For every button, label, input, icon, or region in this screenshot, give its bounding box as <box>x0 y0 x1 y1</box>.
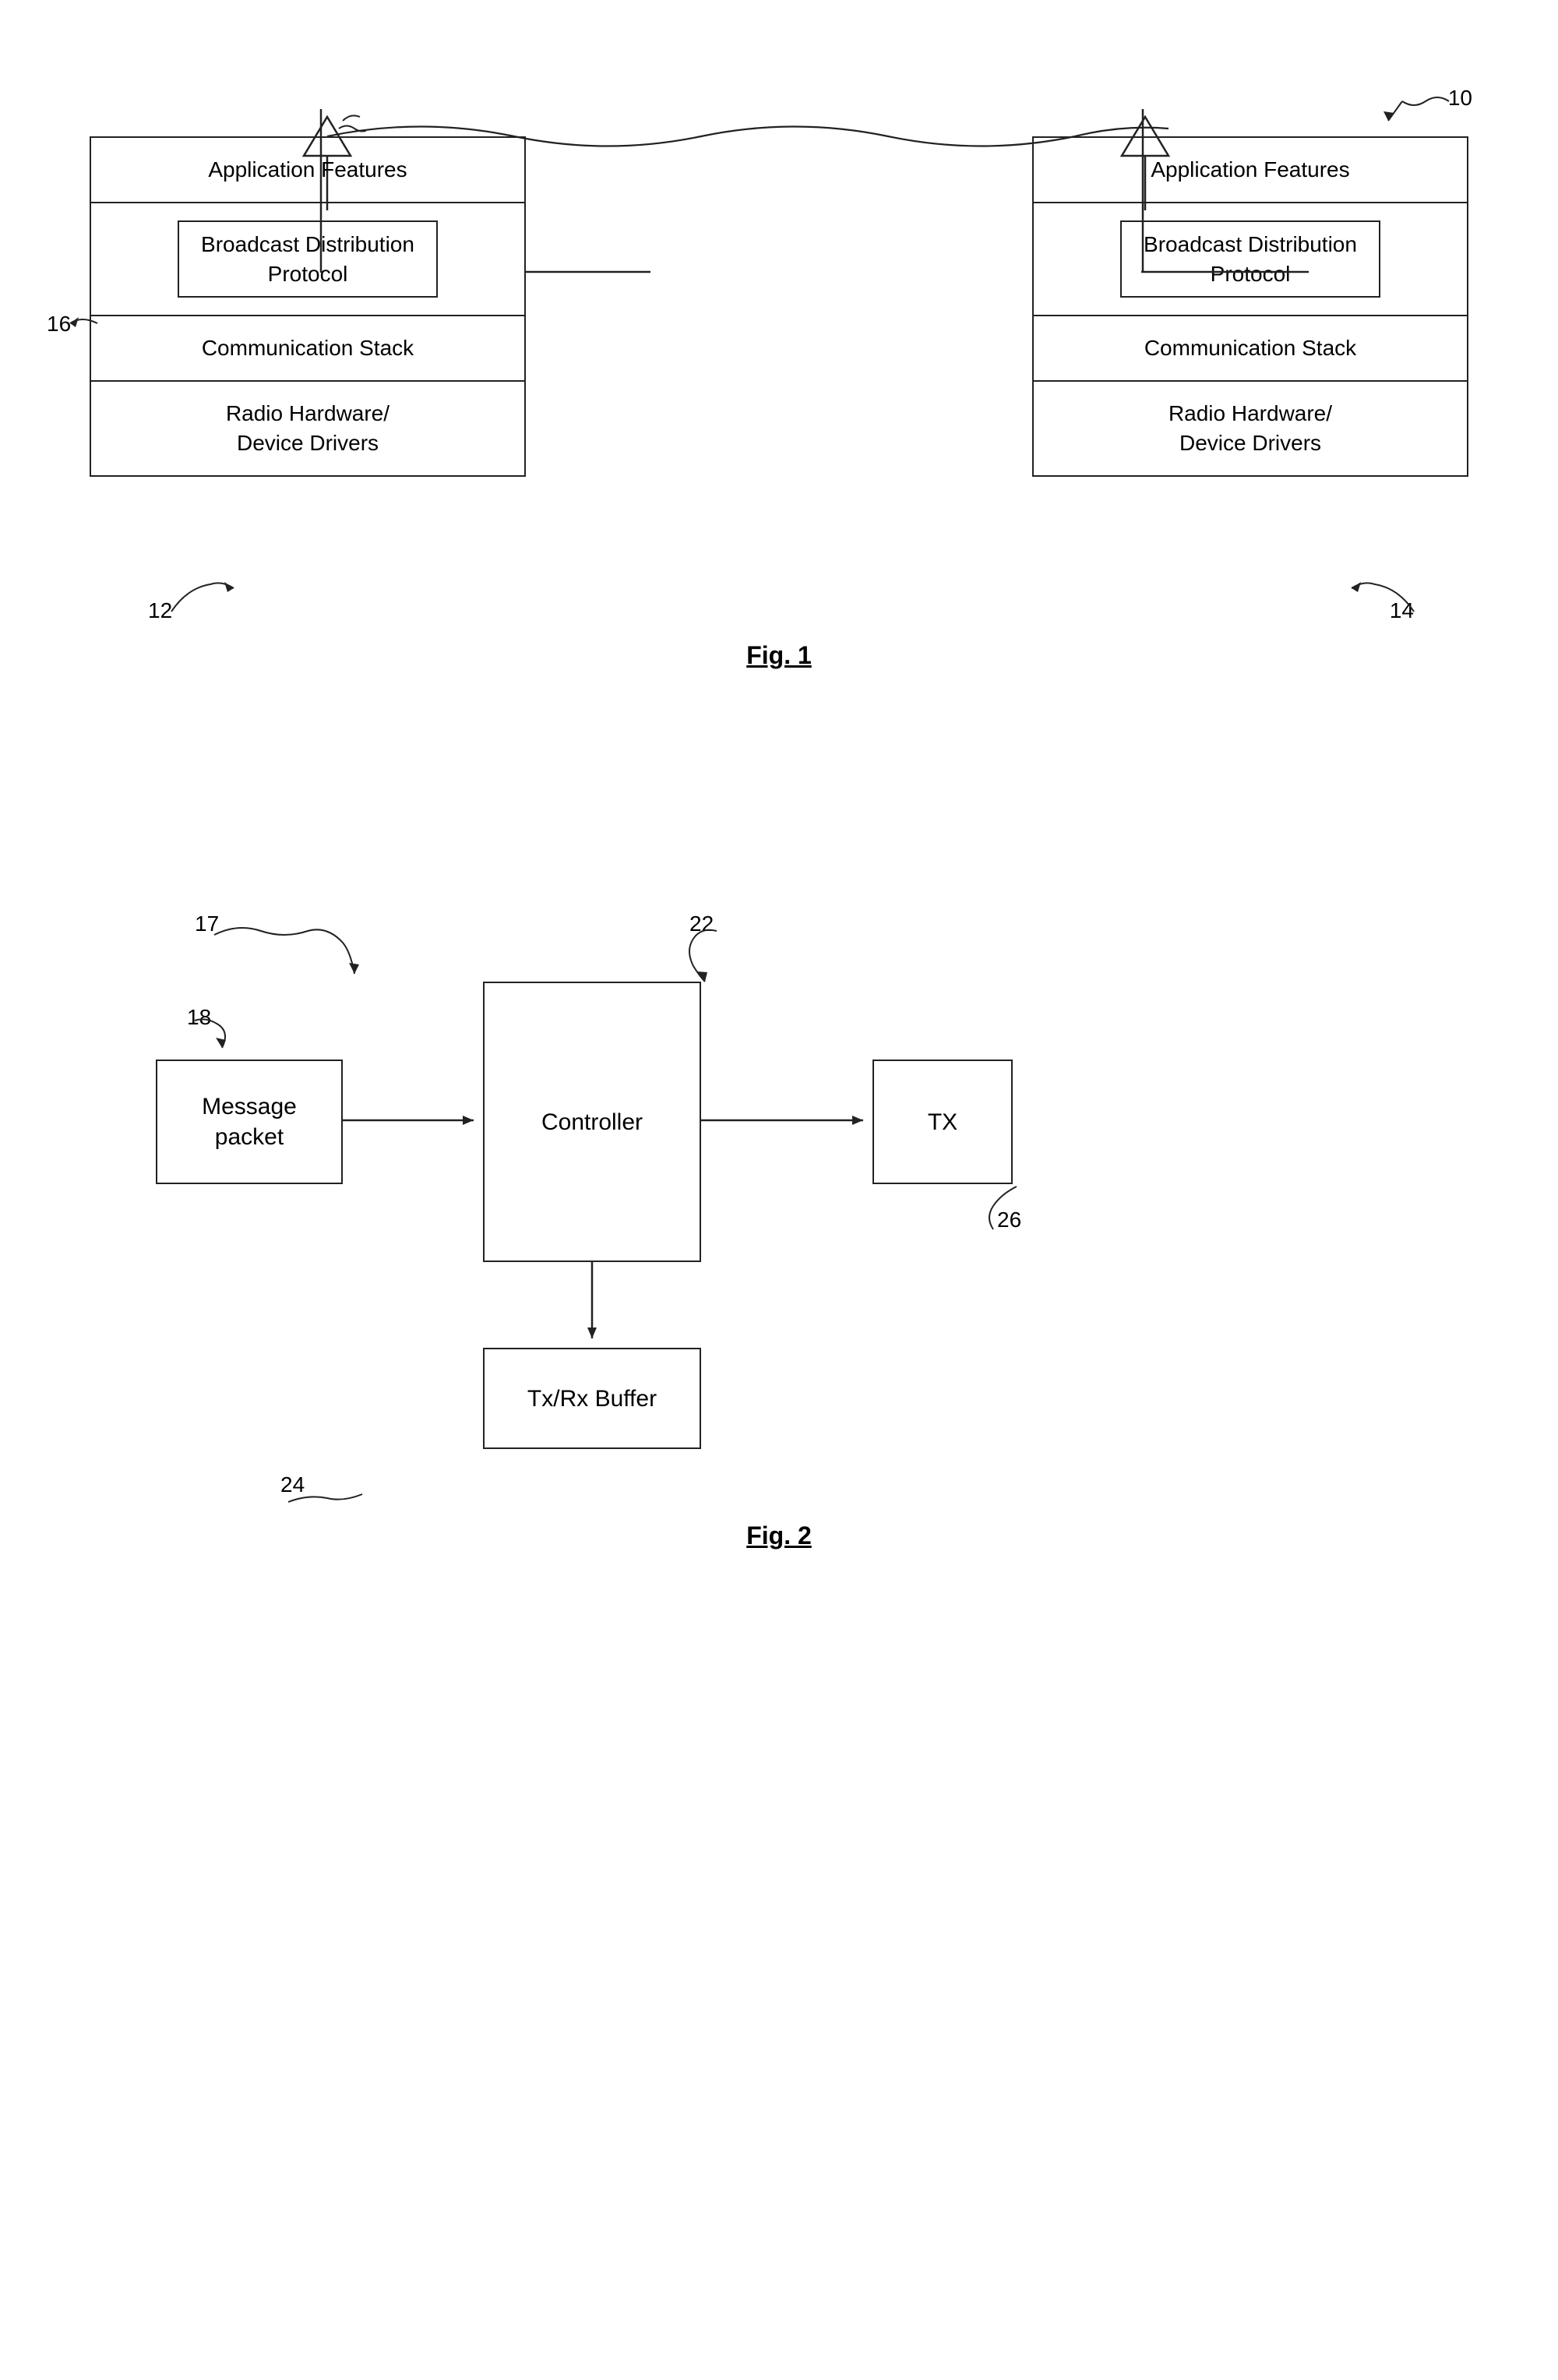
ref-18-arrow <box>187 1017 249 1063</box>
ref-24-arrow <box>284 1471 370 1510</box>
arrow-msg-to-ctrl <box>343 1116 487 1125</box>
comm-stack-left-text: Communication Stack <box>202 336 414 360</box>
right-antenna-stem-ext <box>1141 109 1145 273</box>
radio-right-layer: Radio Hardware/Device Drivers <box>1034 382 1467 475</box>
device-box-left: Application Features Broadcast Distribut… <box>90 136 526 477</box>
fig1-caption: Fig. 1 <box>746 641 812 670</box>
ref-16-arrow <box>58 308 105 339</box>
app-features-right-layer: Application Features <box>1034 138 1467 203</box>
arrow-ctrl-to-tx <box>701 1116 876 1125</box>
left-h-line <box>526 270 650 274</box>
comm-stack-left-layer: Communication Stack <box>91 316 524 382</box>
ref-12-arrow <box>164 573 257 615</box>
app-features-left-layer: Application Features <box>91 138 524 203</box>
message-packet-text: Messagepacket <box>202 1091 297 1152</box>
fig2-caption: Fig. 2 <box>746 1521 812 1550</box>
comm-stack-right-layer: Communication Stack <box>1034 316 1467 382</box>
left-antenna-stem-ext <box>319 109 323 273</box>
diagram-container: 10 Application Feat <box>0 0 1558 2380</box>
arrow-ctrl-to-buffer <box>587 1262 597 1352</box>
device-box-right: Application Features Broadcast Distribut… <box>1032 136 1468 477</box>
txrx-buffer-box: Tx/Rx Buffer <box>483 1348 701 1449</box>
fig2-area: Messagepacket Controller TX Tx/Rx Buffer <box>0 865 1558 1566</box>
radio-left-layer: Radio Hardware/Device Drivers <box>91 382 524 475</box>
comm-stack-right-text: Communication Stack <box>1144 336 1356 360</box>
ref-14-arrow <box>1328 573 1422 615</box>
ref-22-arrow <box>678 923 740 985</box>
app-features-right-text: Application Features <box>1151 157 1349 182</box>
controller-box: Controller <box>483 982 701 1262</box>
txrx-buffer-text: Tx/Rx Buffer <box>527 1384 657 1414</box>
controller-text: Controller <box>541 1107 643 1137</box>
app-features-left-text: Application Features <box>208 157 407 182</box>
bdp-left-layer: Broadcast DistributionProtocol <box>91 203 524 317</box>
bdp-left-inner: Broadcast DistributionProtocol <box>178 220 438 298</box>
tx-box: TX <box>872 1060 1013 1184</box>
bdp-right-layer: Broadcast DistributionProtocol <box>1034 203 1467 317</box>
fig1-area: 10 Application Feat <box>0 47 1558 686</box>
ref-10-arrow <box>1371 90 1465 136</box>
bdp-right-inner: Broadcast DistributionProtocol <box>1120 220 1380 298</box>
message-packet-box: Messagepacket <box>156 1060 343 1184</box>
right-h-line <box>1141 270 1309 274</box>
tx-text: TX <box>928 1107 957 1137</box>
ref-17-arrow <box>206 919 362 997</box>
ref-26-arrow <box>970 1183 1040 1237</box>
